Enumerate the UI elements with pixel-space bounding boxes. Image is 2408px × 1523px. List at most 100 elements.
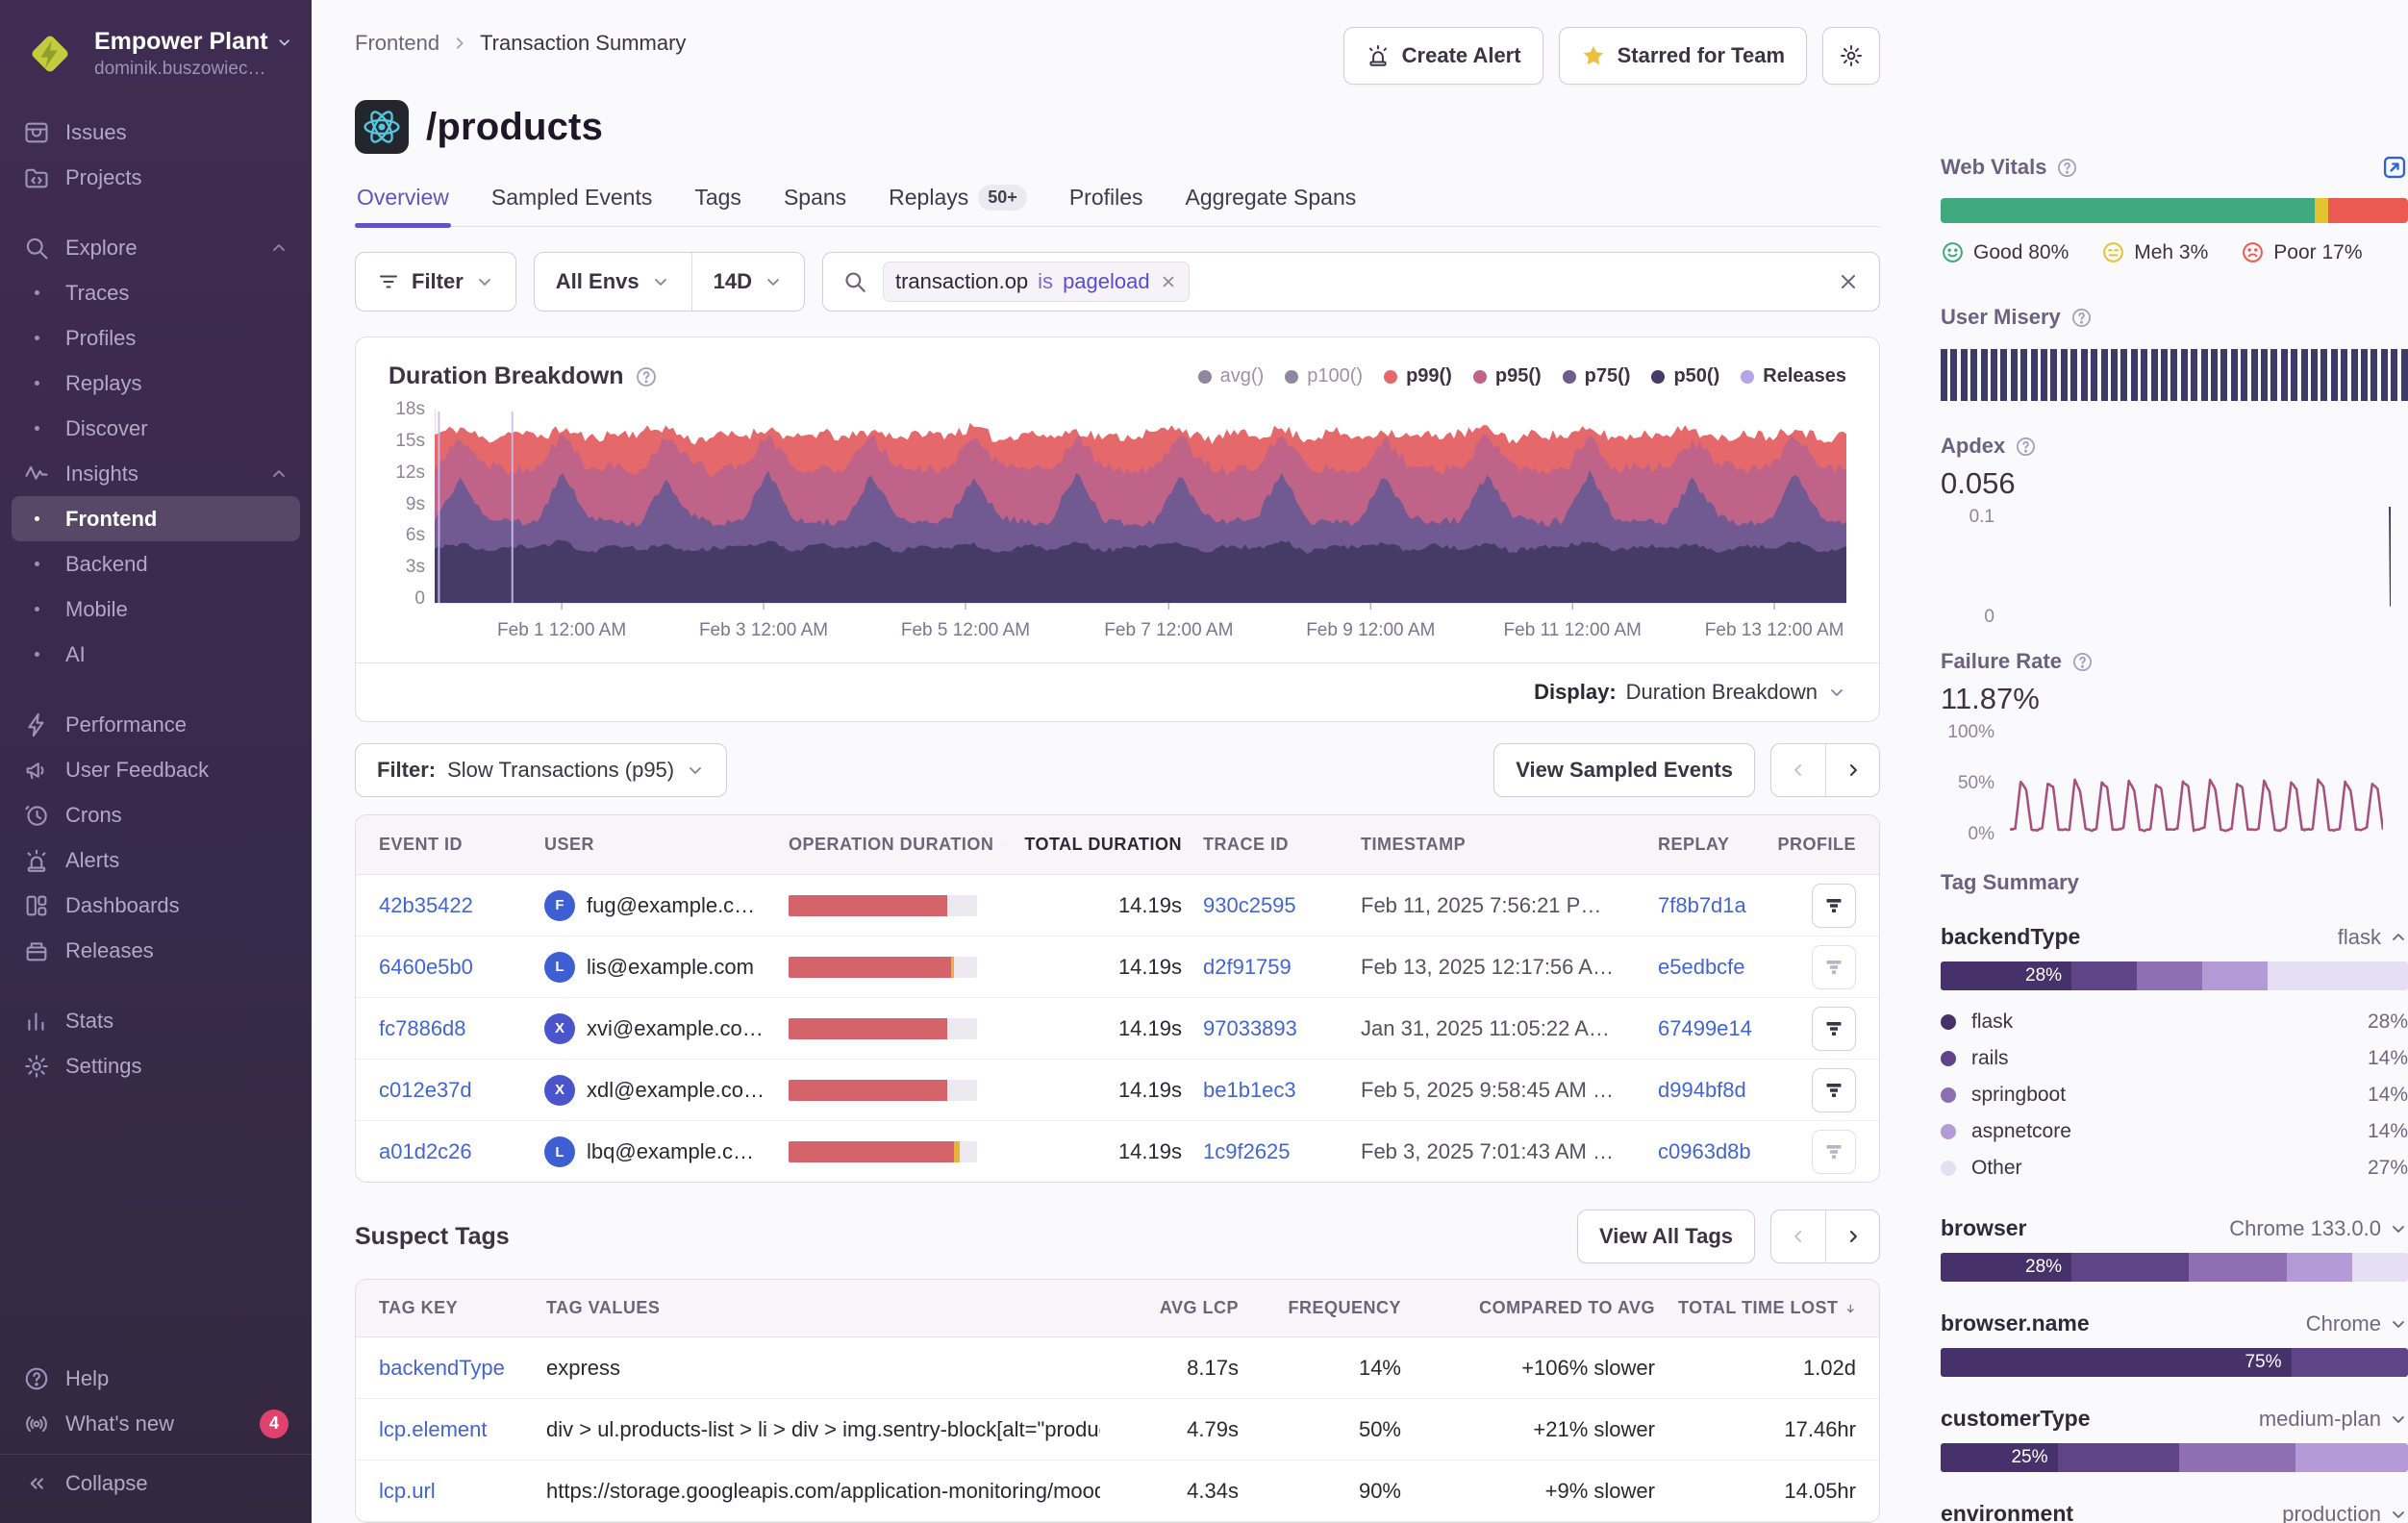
pager-prev-button[interactable]	[1771, 744, 1825, 796]
starred-for-team-button[interactable]: Starred for Team	[1559, 27, 1807, 85]
column-header-compared-to-avg[interactable]: COMPARED TO AVG	[1424, 1298, 1655, 1318]
view-all-tags-button[interactable]: View All Tags	[1577, 1210, 1755, 1263]
breadcrumb-parent[interactable]: Frontend	[355, 31, 439, 56]
sidebar-item-alerts[interactable]: Alerts	[12, 837, 300, 883]
tag-key-link[interactable]: backendType	[379, 1356, 523, 1381]
legend-item-p100[interactable]: p100()	[1285, 365, 1363, 387]
tag-value-dropdown[interactable]: Chrome	[2306, 1311, 2408, 1336]
sidebar-item-help[interactable]: Help	[12, 1356, 300, 1401]
sidebar-item-projects[interactable]: Projects	[12, 155, 300, 200]
column-header-profile[interactable]: PROFILE	[1804, 835, 1856, 855]
question-icon[interactable]	[2015, 436, 2037, 458]
tag-key-link[interactable]: lcp.element	[379, 1417, 523, 1442]
trace-id-link[interactable]: d2f91759	[1203, 955, 1340, 980]
sidebar-item-what-s-new[interactable]: What's new4	[12, 1401, 300, 1446]
org-switcher[interactable]: Empower Plant dominik.buszowiec…	[0, 0, 312, 102]
profile-button[interactable]	[1812, 884, 1856, 928]
tab-aggregate-spans[interactable]: Aggregate Spans	[1184, 179, 1359, 226]
column-header-event-id[interactable]: EVENT ID	[379, 835, 523, 855]
legend-item-avg[interactable]: avg()	[1198, 365, 1265, 387]
search-token[interactable]: transaction.op is pageload	[883, 262, 1190, 302]
tab-profiles[interactable]: Profiles	[1067, 179, 1145, 226]
settings-button[interactable]	[1822, 27, 1880, 85]
sidebar-item-crons[interactable]: Crons	[12, 792, 300, 837]
column-header-operation-duration[interactable]: OPERATION DURATION	[789, 835, 1002, 856]
column-header-avg-lcp[interactable]: AVG LCP	[1123, 1298, 1239, 1318]
question-icon[interactable]	[2056, 157, 2078, 179]
trace-id-link[interactable]: 1c9f2625	[1203, 1139, 1340, 1164]
legend-item-p50[interactable]: p50()	[1651, 365, 1719, 387]
sidebar-item-releases[interactable]: Releases	[12, 928, 300, 973]
event-id-link[interactable]: fc7886d8	[379, 1016, 523, 1041]
trace-id-link[interactable]: 930c2595	[1203, 893, 1340, 918]
replay-id-link[interactable]: c0963d8b	[1658, 1139, 1783, 1164]
column-header-total-time-lost[interactable]: TOTAL TIME LOST	[1678, 1298, 1856, 1318]
tag-key-link[interactable]: lcp.url	[379, 1479, 523, 1504]
question-icon[interactable]	[1001, 835, 1002, 856]
replay-id-link[interactable]: 7f8b7d1a	[1658, 893, 1783, 918]
pager-prev-button[interactable]	[1771, 1211, 1825, 1262]
tab-tags[interactable]: Tags	[692, 179, 743, 226]
external-link-icon[interactable]	[2381, 154, 2408, 181]
sidebar-item-insights[interactable]: Insights	[12, 451, 300, 496]
sidebar-item-dashboards[interactable]: Dashboards	[12, 883, 300, 928]
sidebar-item-frontend[interactable]: Frontend	[12, 496, 300, 541]
tag-value-dropdown[interactable]: flask	[2338, 925, 2408, 950]
tag-value-dropdown[interactable]: medium-plan	[2259, 1407, 2408, 1432]
column-header-frequency[interactable]: FREQUENCY	[1262, 1298, 1401, 1318]
question-icon[interactable]	[635, 365, 658, 388]
profile-button[interactable]	[1812, 1130, 1856, 1174]
column-header-tag-values[interactable]: TAG VALUES	[546, 1298, 1100, 1318]
legend-item-p75[interactable]: p75()	[1563, 365, 1631, 387]
view-sampled-events-button[interactable]: View Sampled Events	[1493, 743, 1755, 797]
create-alert-button[interactable]: Create Alert	[1343, 27, 1543, 85]
trace-id-link[interactable]: be1b1ec3	[1203, 1078, 1340, 1103]
close-icon[interactable]	[1160, 273, 1177, 290]
sidebar-item-issues[interactable]: Issues	[12, 110, 300, 155]
transactions-filter-dropdown[interactable]: Filter: Slow Transactions (p95)	[355, 743, 727, 797]
column-header-timestamp[interactable]: TIMESTAMP	[1361, 835, 1637, 855]
pager-next-button[interactable]	[1825, 744, 1879, 796]
search-input[interactable]: transaction.op is pageload	[822, 252, 1880, 312]
column-header-total-duration[interactable]: TOTAL DURATION	[1023, 835, 1182, 855]
sidebar-item-performance[interactable]: Performance	[12, 702, 300, 747]
column-header-user[interactable]: USER	[544, 835, 767, 855]
column-header-tag-key[interactable]: TAG KEY	[379, 1298, 523, 1318]
display-dropdown[interactable]: Duration Breakdown	[1626, 680, 1846, 705]
date-range-dropdown[interactable]: 14D	[691, 253, 804, 311]
tag-value-dropdown[interactable]: production	[2282, 1502, 2408, 1523]
profile-button[interactable]	[1812, 1007, 1856, 1051]
sidebar-item-traces[interactable]: Traces	[12, 270, 300, 315]
profile-button[interactable]	[1812, 1068, 1856, 1112]
environment-dropdown[interactable]: All Envs	[535, 253, 691, 311]
question-icon[interactable]	[2071, 651, 2094, 673]
sidebar-item-user-feedback[interactable]: User Feedback	[12, 747, 300, 792]
replay-id-link[interactable]: d994bf8d	[1658, 1078, 1783, 1103]
replay-id-link[interactable]: e5edbcfe	[1658, 955, 1783, 980]
tab-replays[interactable]: Replays50+	[887, 179, 1029, 226]
pager-next-button[interactable]	[1825, 1211, 1879, 1262]
sidebar-item-profiles[interactable]: Profiles	[12, 315, 300, 361]
sidebar-item-backend[interactable]: Backend	[12, 541, 300, 587]
event-id-link[interactable]: 42b35422	[379, 893, 523, 918]
sidebar-item-discover[interactable]: Discover	[12, 406, 300, 451]
tag-value-dropdown[interactable]: Chrome 133.0.0	[2229, 1216, 2408, 1241]
legend-item-p99[interactable]: p99()	[1384, 365, 1452, 387]
sidebar-item-mobile[interactable]: Mobile	[12, 587, 300, 632]
tab-overview[interactable]: Overview	[355, 179, 451, 226]
profile-button[interactable]	[1812, 945, 1856, 989]
tab-spans[interactable]: Spans	[782, 179, 848, 226]
event-id-link[interactable]: 6460e5b0	[379, 955, 523, 980]
trace-id-link[interactable]: 97033893	[1203, 1016, 1340, 1041]
event-id-link[interactable]: a01d2c26	[379, 1139, 523, 1164]
sidebar-item-collapse[interactable]: Collapse	[23, 1461, 288, 1506]
sidebar-item-stats[interactable]: Stats	[12, 998, 300, 1043]
sidebar-item-explore[interactable]: Explore	[12, 225, 300, 270]
sidebar-item-ai[interactable]: AI	[12, 632, 300, 677]
sidebar-item-replays[interactable]: Replays	[12, 361, 300, 406]
question-icon[interactable]	[2070, 307, 2093, 329]
legend-item-Releases[interactable]: Releases	[1741, 365, 1846, 387]
clear-search-icon[interactable]	[1837, 270, 1860, 293]
legend-item-p95[interactable]: p95()	[1473, 365, 1542, 387]
event-id-link[interactable]: c012e37d	[379, 1078, 523, 1103]
